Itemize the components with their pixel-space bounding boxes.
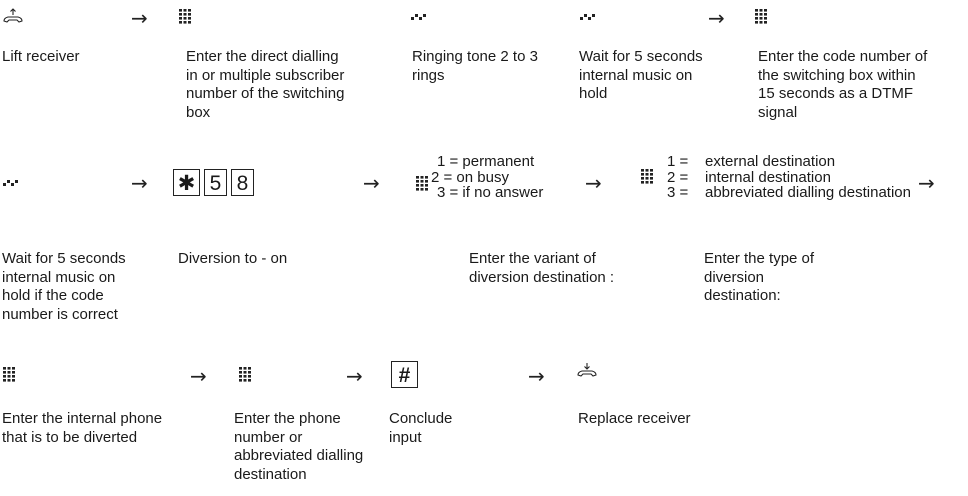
ringing-tone-icon xyxy=(410,12,428,22)
key-sequence: ✱ 5 8 xyxy=(173,169,254,196)
type-option-numbers: 1 = 2 = 3 = xyxy=(667,153,689,201)
arrow: → xyxy=(918,171,935,195)
step-text: Enter the internal phone that is to be di… xyxy=(2,410,163,446)
arrow: → xyxy=(190,364,207,388)
replace-receiver-icon xyxy=(576,362,598,380)
hash-key: # xyxy=(391,361,418,388)
keypad-icon xyxy=(238,366,252,382)
arrow: → xyxy=(585,171,602,195)
variant-options: 1 = permanent 2 = on busy 3 = if no answ… xyxy=(431,153,544,201)
arrow: → xyxy=(708,6,725,30)
arrow: → xyxy=(131,6,148,30)
step-text: Enter the code number of the switching bo… xyxy=(758,48,928,121)
wait-tone-icon xyxy=(2,178,20,188)
arrow: → xyxy=(346,364,363,388)
digit-key-5: 5 xyxy=(204,169,227,196)
keypad-icon xyxy=(754,8,768,24)
star-key: ✱ xyxy=(173,169,200,196)
arrow: → xyxy=(131,171,148,195)
step-text: Diversion to - on xyxy=(178,250,288,267)
step-text: Ringing tone 2 to 3 rings xyxy=(412,48,538,84)
step-text: Lift receiver xyxy=(2,48,80,65)
digit-key-8: 8 xyxy=(231,169,254,196)
lift-receiver-icon xyxy=(2,8,24,26)
hash-key-label: # xyxy=(391,361,418,388)
arrow: → xyxy=(528,364,545,388)
step-text: Enter the type of diversion destination: xyxy=(704,250,815,304)
step-text: Enter the direct dialling in or multiple … xyxy=(186,48,345,121)
wait-tone-icon xyxy=(579,12,597,22)
arrow: → xyxy=(363,171,380,195)
keypad-icon xyxy=(2,366,16,382)
step-text: Wait for 5 seconds internal music on hold xyxy=(579,48,703,102)
step-text: Wait for 5 seconds internal music on hold … xyxy=(2,250,126,323)
type-option-labels: external destination internal destination… xyxy=(705,153,911,201)
step-text: Replace receiver xyxy=(578,410,691,427)
step-text: Enter the phone number or abbreviated dial… xyxy=(234,410,364,483)
step-text: Enter the variant of diversion destinatio… xyxy=(469,250,615,286)
keypad-icon xyxy=(640,168,654,184)
step-text: Conclude input xyxy=(389,410,453,446)
keypad-icon xyxy=(178,8,192,24)
keypad-icon xyxy=(415,175,429,191)
